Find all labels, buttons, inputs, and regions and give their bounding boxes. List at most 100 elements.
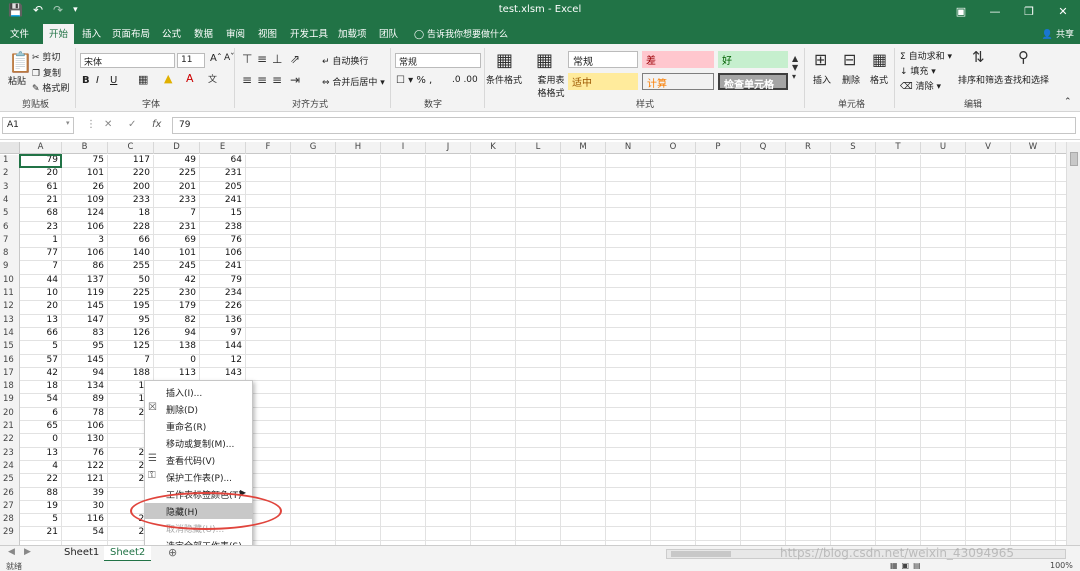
cell-b16[interactable]: 145 bbox=[62, 355, 108, 368]
font-grow-icon[interactable]: Aˆ bbox=[210, 53, 222, 64]
row-header-26[interactable]: 26 bbox=[0, 488, 20, 501]
column-header-v[interactable]: V bbox=[966, 142, 1011, 154]
delete-cells-icon[interactable]: ⊟ bbox=[843, 50, 856, 69]
column-header-b[interactable]: B bbox=[62, 142, 108, 154]
cell-a11[interactable]: 10 bbox=[20, 288, 62, 301]
minimize-icon[interactable]: — bbox=[978, 0, 1012, 22]
column-header-g[interactable]: G bbox=[291, 142, 336, 154]
cell-e6[interactable]: 238 bbox=[200, 222, 246, 235]
font-color-icon[interactable]: A bbox=[186, 72, 194, 85]
cancel-icon[interactable]: ✕ bbox=[104, 119, 112, 130]
tab-view[interactable]: 视图 bbox=[258, 26, 277, 40]
close-icon[interactable]: ✕ bbox=[1046, 0, 1080, 22]
cell-d7[interactable]: 69 bbox=[154, 235, 200, 248]
cell-c8[interactable]: 140 bbox=[108, 248, 154, 261]
column-header-u[interactable]: U bbox=[921, 142, 966, 154]
cell-a14[interactable]: 66 bbox=[20, 328, 62, 341]
row-header-22[interactable]: 22 bbox=[0, 434, 20, 447]
paste-button[interactable]: 粘贴 bbox=[8, 74, 26, 87]
column-header-s[interactable]: S bbox=[831, 142, 876, 154]
tab-team[interactable]: 团队 bbox=[379, 26, 398, 40]
insert-cells-icon[interactable]: ⊞ bbox=[814, 50, 827, 69]
cell-a12[interactable]: 20 bbox=[20, 301, 62, 314]
cell-b1[interactable]: 75 bbox=[62, 155, 108, 168]
cell-b5[interactable]: 124 bbox=[62, 208, 108, 221]
cell-b22[interactable]: 130 bbox=[62, 434, 108, 447]
format-cells-icon[interactable]: ▦ bbox=[872, 50, 887, 69]
insert-cells-button[interactable]: 插入 bbox=[813, 73, 831, 86]
sheet-tab-sheet2[interactable]: Sheet2 bbox=[104, 546, 152, 562]
cell-d5[interactable]: 7 bbox=[154, 208, 200, 221]
tab-developer[interactable]: 开发工具 bbox=[290, 26, 328, 40]
find-select-button[interactable]: 查找和选择 bbox=[1004, 73, 1049, 86]
column-header-w[interactable]: W bbox=[1011, 142, 1056, 154]
cell-c16[interactable]: 7 bbox=[108, 355, 154, 368]
conditional-format-button[interactable]: 条件格式 bbox=[486, 73, 522, 86]
cell-b4[interactable]: 109 bbox=[62, 195, 108, 208]
new-sheet-icon[interactable]: ⊕ bbox=[168, 546, 177, 559]
underline-button[interactable]: U bbox=[110, 75, 117, 86]
cell-e12[interactable]: 226 bbox=[200, 301, 246, 314]
horizontal-scroll-thumb[interactable] bbox=[671, 551, 731, 557]
align-right-icon[interactable]: ≡ bbox=[272, 73, 282, 87]
align-left-icon[interactable]: ≡ bbox=[242, 73, 252, 87]
number-format-select[interactable]: 常规 bbox=[395, 53, 481, 68]
cell-a20[interactable]: 6 bbox=[20, 408, 62, 421]
cell-a2[interactable]: 20 bbox=[20, 168, 62, 181]
formula-input[interactable]: 79 bbox=[172, 117, 1076, 134]
column-header-q[interactable]: Q bbox=[741, 142, 786, 154]
cell-c7[interactable]: 66 bbox=[108, 235, 154, 248]
cell-c4[interactable]: 233 bbox=[108, 195, 154, 208]
cell-b14[interactable]: 83 bbox=[62, 328, 108, 341]
cell-b6[interactable]: 106 bbox=[62, 222, 108, 235]
row-header-19[interactable]: 19 bbox=[0, 394, 20, 407]
column-header-j[interactable]: J bbox=[426, 142, 471, 154]
cell-b24[interactable]: 122 bbox=[62, 461, 108, 474]
cell-d9[interactable]: 245 bbox=[154, 261, 200, 274]
tab-formulas[interactable]: 公式 bbox=[162, 26, 181, 40]
cell-b12[interactable]: 145 bbox=[62, 301, 108, 314]
column-header-c[interactable]: C bbox=[108, 142, 154, 154]
column-header-l[interactable]: L bbox=[516, 142, 561, 154]
styles-scroll-icon[interactable]: ▲ ▼ ▾ bbox=[792, 54, 798, 81]
cell-b11[interactable]: 119 bbox=[62, 288, 108, 301]
cell-a28[interactable]: 5 bbox=[20, 514, 62, 527]
cell-d4[interactable]: 233 bbox=[154, 195, 200, 208]
context-menu-item-1[interactable]: ☒ 删除(D) bbox=[145, 401, 252, 417]
align-middle-icon[interactable]: ≡ bbox=[257, 52, 267, 66]
cell-d2[interactable]: 225 bbox=[154, 168, 200, 181]
conditional-format-icon[interactable]: ▦ bbox=[496, 50, 513, 71]
cell-b10[interactable]: 137 bbox=[62, 275, 108, 288]
row-header-10[interactable]: 10 bbox=[0, 275, 20, 288]
accounting-icon[interactable]: ☐ ▾ % , bbox=[396, 75, 432, 86]
row-header-15[interactable]: 15 bbox=[0, 341, 20, 354]
table-format-button[interactable]: 套用表格格式 bbox=[536, 73, 566, 99]
cell-a27[interactable]: 19 bbox=[20, 501, 62, 514]
cell-d11[interactable]: 230 bbox=[154, 288, 200, 301]
cell-c9[interactable]: 255 bbox=[108, 261, 154, 274]
context-menu-item-4[interactable]: ☰ 查看代码(V) bbox=[145, 452, 252, 468]
cell-b15[interactable]: 95 bbox=[62, 341, 108, 354]
tab-addins[interactable]: 加载项 bbox=[338, 26, 367, 40]
cell-e2[interactable]: 231 bbox=[200, 168, 246, 181]
cell-b18[interactable]: 134 bbox=[62, 381, 108, 394]
zoom-level[interactable]: 100% bbox=[1050, 561, 1073, 570]
cell-c3[interactable]: 200 bbox=[108, 182, 154, 195]
cell-d12[interactable]: 179 bbox=[154, 301, 200, 314]
row-header-20[interactable]: 20 bbox=[0, 408, 20, 421]
cell-a7[interactable]: 1 bbox=[20, 235, 62, 248]
cell-b25[interactable]: 121 bbox=[62, 474, 108, 487]
column-header-f[interactable]: F bbox=[246, 142, 291, 154]
orientation-icon[interactable]: ⇗ bbox=[290, 52, 300, 66]
table-format-icon[interactable]: ▦ bbox=[536, 50, 553, 71]
cell-d6[interactable]: 231 bbox=[154, 222, 200, 235]
cell-c14[interactable]: 126 bbox=[108, 328, 154, 341]
style-calculation[interactable]: 计算 bbox=[642, 73, 714, 90]
vertical-scroll-thumb[interactable] bbox=[1070, 152, 1078, 166]
cell-c2[interactable]: 220 bbox=[108, 168, 154, 181]
row-header-13[interactable]: 13 bbox=[0, 315, 20, 328]
row-header-12[interactable]: 12 bbox=[0, 301, 20, 314]
copy-button[interactable]: ❐ 复制 bbox=[32, 66, 61, 79]
cell-a24[interactable]: 4 bbox=[20, 461, 62, 474]
cell-d14[interactable]: 94 bbox=[154, 328, 200, 341]
